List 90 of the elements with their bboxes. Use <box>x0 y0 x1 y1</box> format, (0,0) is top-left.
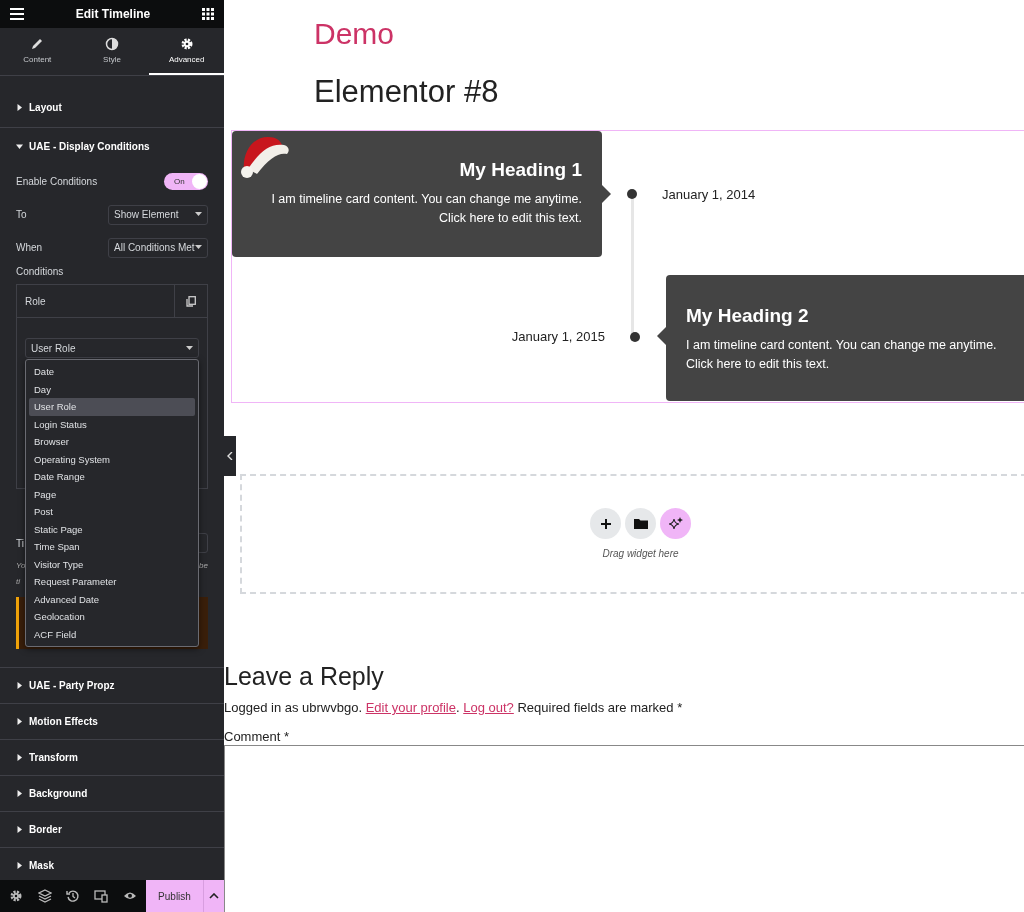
caret-right-icon <box>16 682 23 689</box>
help-text: be <box>199 560 208 570</box>
gear-icon <box>179 37 194 51</box>
field-label: When <box>16 242 43 253</box>
dropdown-option[interactable]: Date Range <box>29 468 195 486</box>
caret-down-icon <box>195 212 202 217</box>
date-label: January 1, 2015 <box>510 329 605 344</box>
dropdown-option[interactable]: Time Span <box>29 538 195 556</box>
tab[interactable]: Style <box>74 28 150 75</box>
caret-right-icon <box>16 790 23 797</box>
comment-field[interactable] <box>224 745 1024 912</box>
section-header[interactable]: Background <box>0 776 224 811</box>
card-heading: My Heading 2 <box>686 305 810 327</box>
link[interactable]: Edit your profile <box>365 700 456 715</box>
section-header[interactable]: Mask <box>0 848 224 883</box>
timeline-dot <box>627 189 637 199</box>
dropdown-option[interactable]: Advanced Date <box>29 590 195 608</box>
caret-down-icon <box>195 245 202 250</box>
tab[interactable]: Content <box>0 28 75 75</box>
field-label: Ti <box>16 537 24 549</box>
dropdown-option[interactable]: Date <box>29 363 195 381</box>
dropdown-option[interactable]: Geolocation <box>29 608 195 626</box>
caret-right-icon <box>16 862 23 869</box>
caret-right-icon <box>16 826 23 833</box>
dropdown-option[interactable]: Login Status <box>29 415 195 433</box>
hint-text: Drag widget here <box>602 548 679 559</box>
logged-in-text: Logged in as ubrwvbgo. Edit your profile. Log out? Required fields are marked * <box>224 699 684 717</box>
section-header[interactable]: Motion Effects <box>0 704 224 739</box>
ai-button[interactable] <box>660 508 691 539</box>
caret-down-icon <box>186 345 193 351</box>
toggle-switch[interactable]: On <box>164 173 208 190</box>
select-field[interactable]: User Role <box>25 338 199 358</box>
field-label: Enable Conditions <box>16 176 98 187</box>
panel-title: Edit Timeline <box>75 7 151 21</box>
dropdown-option[interactable]: User Role <box>29 398 195 416</box>
date-label: January 1, 2014 <box>662 187 756 202</box>
plus-icon <box>599 517 612 530</box>
card-text: I am timeline card content. You can change me anytime. Click here to edit this text. <box>270 191 582 227</box>
section-header[interactable]: UAE - Party Propz <box>0 668 224 703</box>
timeline-dot <box>630 332 640 342</box>
history-icon[interactable] <box>65 889 80 903</box>
caret-down-icon <box>16 143 23 150</box>
more-button[interactable] <box>204 880 224 912</box>
gear-icon[interactable] <box>9 889 24 903</box>
dropdown-option[interactable]: Request Parameter <box>29 573 195 591</box>
help-text: Yo <box>16 560 26 570</box>
pencil-icon <box>30 37 45 51</box>
dropdown-option[interactable]: Visitor Type <box>29 555 195 573</box>
template-button[interactable] <box>625 508 656 539</box>
caret-up-icon <box>209 893 219 899</box>
repeater-title[interactable]: Role <box>17 295 174 307</box>
devices-icon[interactable] <box>94 889 109 903</box>
sparkle-icon <box>668 516 683 531</box>
help-text: ti <box>16 576 20 586</box>
section-header[interactable]: Transform <box>0 740 224 775</box>
caret-right-icon <box>16 104 23 111</box>
field-label: Conditions <box>16 266 65 277</box>
card-heading: My Heading 1 <box>458 159 582 181</box>
contrast-icon <box>105 37 119 51</box>
collapse-handle[interactable] <box>224 436 236 476</box>
dropdown-option[interactable]: Post <box>29 503 195 521</box>
field-label: Comment * <box>224 729 291 745</box>
add-button[interactable] <box>590 508 621 539</box>
publish-button[interactable]: Publish <box>146 880 204 912</box>
caret-right-icon <box>16 754 23 761</box>
caret-right-icon <box>16 718 23 725</box>
link[interactable]: Log out? <box>463 700 514 715</box>
dropdown-option[interactable]: Static Page <box>29 520 195 538</box>
folder-icon <box>633 518 648 529</box>
dropdown-option[interactable]: Page <box>29 485 195 503</box>
select-field[interactable]: All Conditions Met <box>108 237 208 258</box>
section-header[interactable]: Layout <box>0 76 224 127</box>
layers-icon[interactable] <box>37 889 52 903</box>
select-field[interactable]: Show Element <box>108 204 208 225</box>
dropdown-option[interactable]: ACF Field <box>29 625 195 643</box>
tab[interactable]: Advanced <box>149 28 224 75</box>
field-label: To <box>16 209 27 220</box>
dropdown-option[interactable]: Operating System <box>29 450 195 468</box>
page-title: Elementor #8 <box>314 73 500 111</box>
copy-icon[interactable] <box>186 295 196 307</box>
section-header[interactable]: UAE - Display Conditions <box>0 128 224 165</box>
site-title[interactable]: Demo <box>314 16 1024 52</box>
section-header[interactable]: Border <box>0 812 224 847</box>
dropdown-option[interactable]: Browser <box>29 433 195 451</box>
dropdown-option[interactable]: Day <box>29 380 195 398</box>
section-heading: Leave a Reply <box>224 661 385 692</box>
chevron-left-icon <box>227 452 233 460</box>
card-text: I am timeline card content. You can change me anytime. Click here to edit this text. <box>686 337 998 373</box>
menu-icon[interactable] <box>10 8 24 20</box>
grid-icon[interactable] <box>202 8 214 20</box>
